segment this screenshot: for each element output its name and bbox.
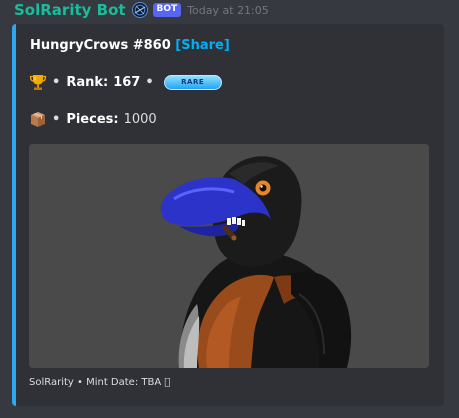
pieces-separator: • (52, 111, 61, 127)
rank-label: Rank: (66, 74, 109, 90)
rank-badge-separator: • (145, 74, 154, 90)
timestamp: Today at 21:05 (187, 3, 269, 17)
pieces-label: Pieces: (66, 111, 119, 127)
embed-card: HungryCrows #860 [Share] • Rank: 167 • R… (12, 24, 444, 406)
box-icon (29, 110, 47, 128)
embed-title-text: HungryCrows #860 (30, 38, 171, 53)
embed-footer: SolRarity • Mint Date: TBA ⃠ (29, 377, 171, 388)
rank-separator: • (52, 74, 61, 90)
bot-tag: BOT (152, 3, 182, 17)
username[interactable]: SolRarity Bot (14, 1, 126, 19)
embed-accent-bar (12, 24, 16, 406)
pieces-value: 1000 (123, 111, 157, 127)
share-link[interactable]: [Share] (175, 38, 230, 53)
crow-nft-image[interactable] (29, 144, 429, 368)
bot-avatar-icon[interactable] (131, 2, 148, 18)
rank-row: • Rank: 167 • RARE (29, 73, 222, 91)
rarity-badge: RARE (163, 74, 222, 90)
rank-value: 167 (113, 74, 141, 90)
trophy-icon (29, 73, 47, 91)
message-header: SolRarity Bot BOT Today at 21:05 (14, 0, 269, 20)
embed-title: HungryCrows #860 [Share] (30, 38, 230, 53)
pieces-row: • Pieces: 1000 (29, 110, 157, 128)
